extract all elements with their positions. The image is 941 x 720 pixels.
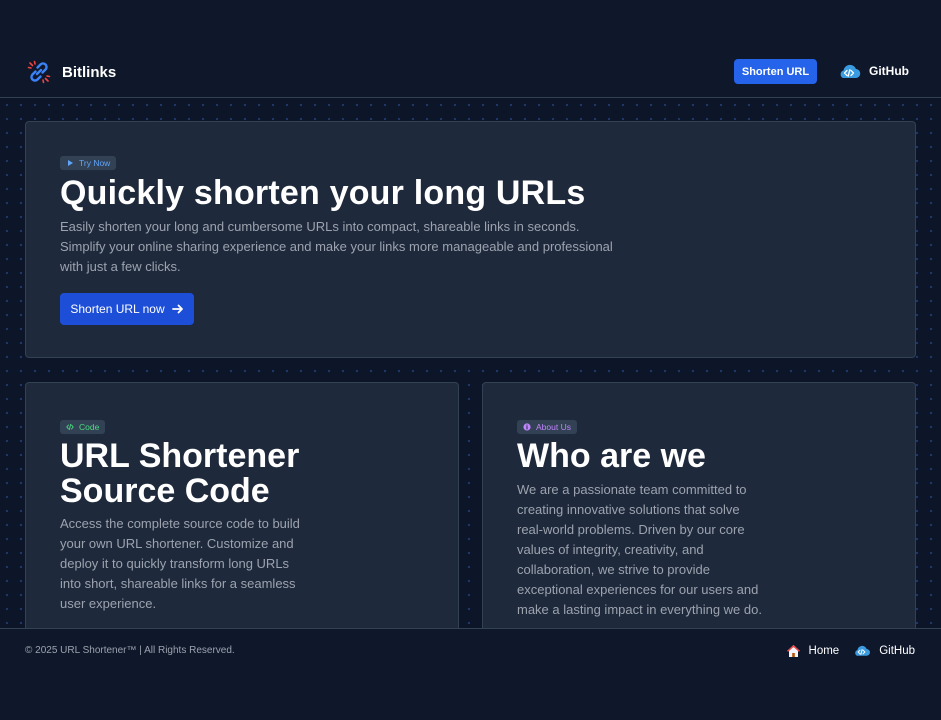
- about-us-tag-label: About Us: [536, 422, 571, 432]
- try-now-tag: Try Now: [60, 156, 117, 170]
- try-now-label: Try Now: [79, 158, 111, 168]
- shorten-url-nav-button[interactable]: Shorten URL: [734, 59, 817, 84]
- brand-link[interactable]: Bitlinks: [26, 59, 116, 85]
- github-cloud-icon: [840, 64, 861, 79]
- hero-title: Quickly shorten your long URLs: [60, 174, 586, 212]
- github-cloud-icon: [855, 645, 871, 656]
- source-code-description: Access the complete source code to build…: [60, 516, 300, 611]
- site-footer: © 2025 URL Shortener™ | All Rights Reser…: [0, 628, 941, 720]
- code-tag: Code: [60, 420, 106, 434]
- hero-description: Easily shorten your long and cumbersome …: [60, 219, 613, 274]
- github-nav-label: GitHub: [869, 64, 909, 78]
- about-us-description: We are a passionate team committed to cr…: [517, 482, 762, 617]
- info-icon: [523, 423, 531, 431]
- about-us-title: Who are we: [517, 437, 706, 475]
- site-header: Bitlinks Shorten URL GitHub: [0, 0, 941, 98]
- brand-name: Bitlinks: [62, 63, 117, 81]
- shorten-url-now-button[interactable]: Shorten URL now: [60, 293, 194, 325]
- footer-links: Home GitHub: [786, 643, 915, 658]
- about-us-card: About Us Who are we We are a passionate …: [482, 382, 916, 642]
- footer-github-link[interactable]: GitHub: [852, 643, 915, 658]
- footer-github-label: GitHub: [879, 644, 915, 657]
- about-us-tag: About Us: [517, 420, 577, 434]
- code-tag-label: Code: [79, 422, 100, 432]
- source-code-card: Code URL Shortener Source Code Access th…: [25, 382, 459, 642]
- link-icon: [27, 60, 51, 84]
- play-icon: [68, 160, 73, 166]
- copyright-text: © 2025 URL Shortener™ | All Rights Reser…: [25, 645, 235, 656]
- footer-home-link[interactable]: Home: [786, 644, 840, 658]
- footer-home-label: Home: [808, 644, 840, 657]
- code-icon: [66, 424, 74, 430]
- home-icon: [786, 644, 800, 657]
- github-nav-link[interactable]: GitHub: [837, 61, 909, 81]
- source-code-title: URL Shortener Source Code: [60, 437, 300, 510]
- hero-card: Try Now Quickly shorten your long URLs E…: [25, 121, 916, 358]
- cta-label: Shorten URL now: [70, 302, 165, 316]
- arrow-right-icon: [171, 304, 183, 314]
